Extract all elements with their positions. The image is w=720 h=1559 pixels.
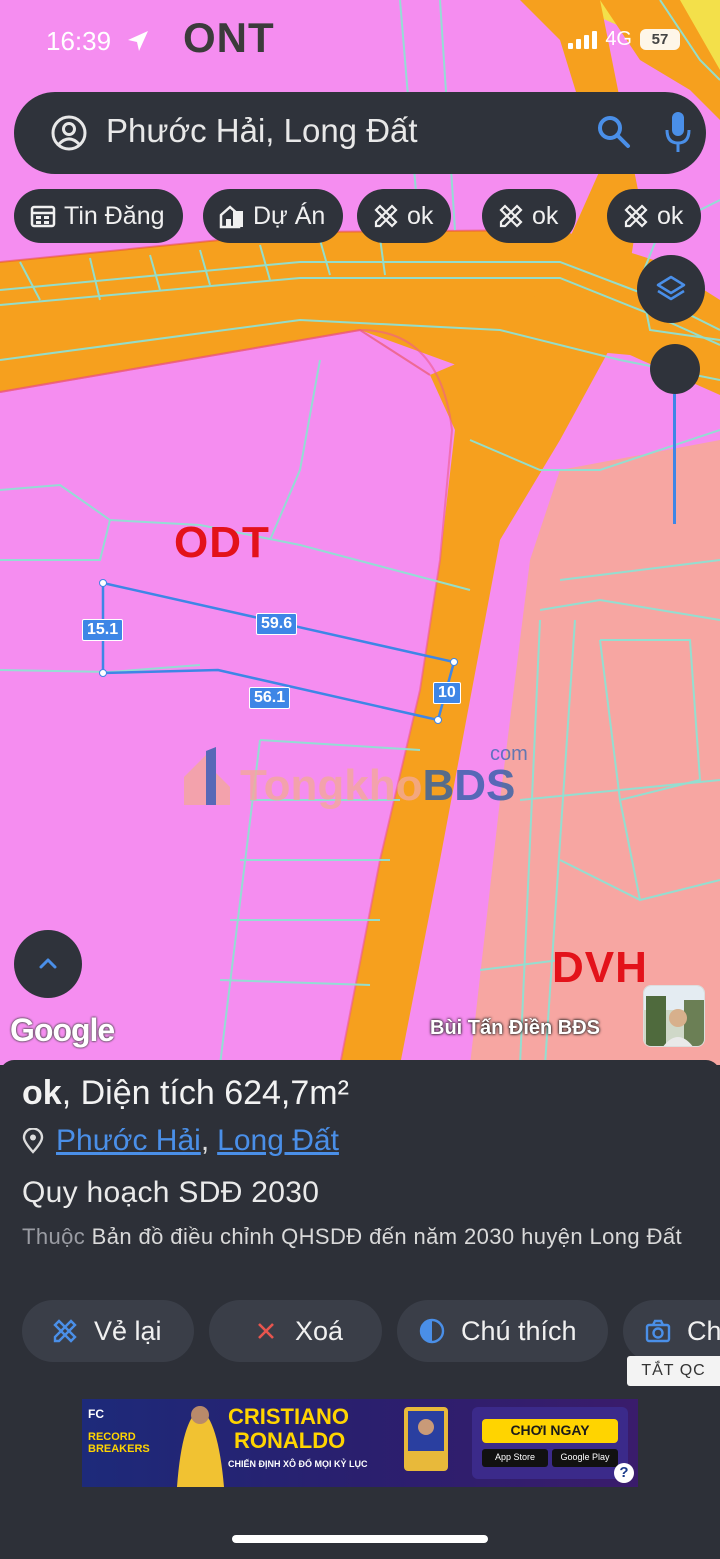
zone-label-dvh: DVH <box>552 943 648 992</box>
ad-banner[interactable]: FC RECORD BREAKERS CRISTIANO RONALDO CHIẾN… <box>82 1399 638 1487</box>
watermark-text: TongkhoBDS <box>240 761 516 810</box>
battery-icon: 57 <box>640 29 680 50</box>
location-arrow-icon <box>128 31 148 51</box>
chip-label: ok <box>657 201 684 230</box>
capture-label: Ch <box>687 1315 720 1346</box>
legend-label: Chú thích <box>461 1315 577 1346</box>
close-icon <box>258 1323 274 1339</box>
ad-tagline: CHIẾN ĐỊNH XÔ ĐỔ MỌI KỶ LỤC <box>228 1459 368 1469</box>
calendar-icon <box>30 205 56 228</box>
expand-panel-button[interactable] <box>14 930 82 998</box>
ruler-pencil-icon <box>374 204 398 228</box>
map-credit: Bùi Tấn Điền BĐS <box>430 1017 601 1039</box>
chip-ok-3[interactable]: ok <box>607 189 702 243</box>
app-store-badge[interactable]: App Store <box>482 1452 548 1462</box>
google-logo: Google <box>10 1012 115 1048</box>
chip-label: Dự Án <box>253 201 326 230</box>
avatar-photo <box>644 986 704 1046</box>
location-link-district[interactable]: Long Đất <box>217 1124 339 1158</box>
app-screen: ONT ODT DVH 15.1 59.6 56.1 10 TongkhoBDS… <box>0 0 720 1559</box>
chip-du-an[interactable]: Dự Án <box>203 189 344 243</box>
ad-cta-button[interactable]: CHƠI NGAY <box>482 1422 618 1438</box>
dimension-label: 59.6 <box>256 613 298 635</box>
search-bar[interactable]: Phước Hải, Long Đất <box>14 92 706 174</box>
plan-heading: Quy hoạch SDĐ 2030 <box>22 1176 320 1209</box>
delete-button[interactable]: Xoá <box>209 1300 382 1362</box>
chip-ok-2[interactable]: ok <box>482 189 577 243</box>
delete-label: Xoá <box>295 1315 344 1346</box>
chip-tin-dang[interactable]: Tin Đăng <box>14 189 183 243</box>
search-input[interactable]: Phước Hải, Long Đất <box>106 112 418 150</box>
parcel-name: ok <box>22 1074 62 1112</box>
chevron-up-icon <box>39 958 57 969</box>
ruler-pencil-icon <box>499 204 523 228</box>
home-indicator[interactable] <box>232 1535 488 1543</box>
chip-label: ok <box>532 201 559 230</box>
ad-info-icon[interactable]: ? <box>614 1463 634 1483</box>
map-view[interactable]: ONT ODT DVH 15.1 59.6 56.1 10 TongkhoBDS… <box>0 0 720 1065</box>
chip-label: ok <box>407 201 434 230</box>
chip-label: Tin Đăng <box>64 201 165 230</box>
plan-desc-text: Bản đồ điều chỉnh QHSDĐ đến năm 2030 huy… <box>85 1224 683 1249</box>
microphone-icon[interactable] <box>664 110 692 154</box>
status-indicators: 4G 57 <box>568 28 680 51</box>
status-time: 16:39 <box>46 26 112 56</box>
network-type: 4G <box>605 28 632 50</box>
ad-headline: CRISTIANO RONALDO <box>228 1404 349 1453</box>
redraw-button[interactable]: Vẻ lại <box>22 1300 194 1362</box>
ad-badge: RECORD BREAKERS <box>88 1431 150 1455</box>
plan-description: Thuộc Bản đồ điều chỉnh QHSDĐ đến năm 20… <box>22 1220 702 1253</box>
location-pin-icon <box>22 1128 44 1154</box>
avatar[interactable] <box>643 985 705 1047</box>
account-icon[interactable] <box>50 114 88 152</box>
search-icon[interactable] <box>596 114 632 150</box>
signal-icon <box>568 30 598 49</box>
plan-desc-prefix: Thuộc <box>22 1224 86 1249</box>
watermark-suffix: com <box>490 743 528 765</box>
ad-artwork <box>82 1399 638 1487</box>
layers-icon <box>656 275 686 301</box>
legend-icon <box>419 1318 445 1344</box>
camera-icon <box>645 1319 671 1343</box>
redraw-icon <box>53 1319 77 1343</box>
google-play-badge[interactable]: Google Play <box>552 1452 618 1462</box>
location-separator: , <box>200 1124 210 1157</box>
layers-button[interactable] <box>637 255 705 323</box>
capture-button[interactable]: Ch <box>623 1300 720 1362</box>
ad-brand: FC <box>88 1407 104 1421</box>
chip-ok-1[interactable]: ok <box>357 189 452 243</box>
ruler-pencil-icon <box>624 204 648 228</box>
building-icon <box>219 205 243 229</box>
info-panel: ok, Diện tích 624,7m² Phước Hải, Long Đất… <box>0 1060 720 1559</box>
dimension-label: 10 <box>433 682 461 704</box>
parcel-area: , Diện tích 624,7m² <box>61 1074 349 1112</box>
house-logo-icon <box>184 747 230 805</box>
watermark: TongkhoBDS com <box>180 743 560 815</box>
opacity-slider-track[interactable] <box>673 394 676 524</box>
zone-label-odt: ODT <box>174 518 270 567</box>
dimension-label: 15.1 <box>82 619 124 641</box>
opacity-slider-handle[interactable] <box>650 344 700 394</box>
close-ads-button[interactable]: TẮT QC <box>627 1356 720 1386</box>
redraw-label: Vẻ lại <box>94 1315 162 1346</box>
location-link-ward[interactable]: Phước Hải <box>56 1124 201 1158</box>
location-row: Phước Hải, Long Đất <box>22 1124 339 1158</box>
zone-label-ont: ONT <box>183 14 275 61</box>
dimension-label: 56.1 <box>249 687 291 709</box>
parcel-title: ok, Diện tích 624,7m² <box>22 1074 349 1113</box>
legend-button[interactable]: Chú thích <box>397 1300 608 1362</box>
